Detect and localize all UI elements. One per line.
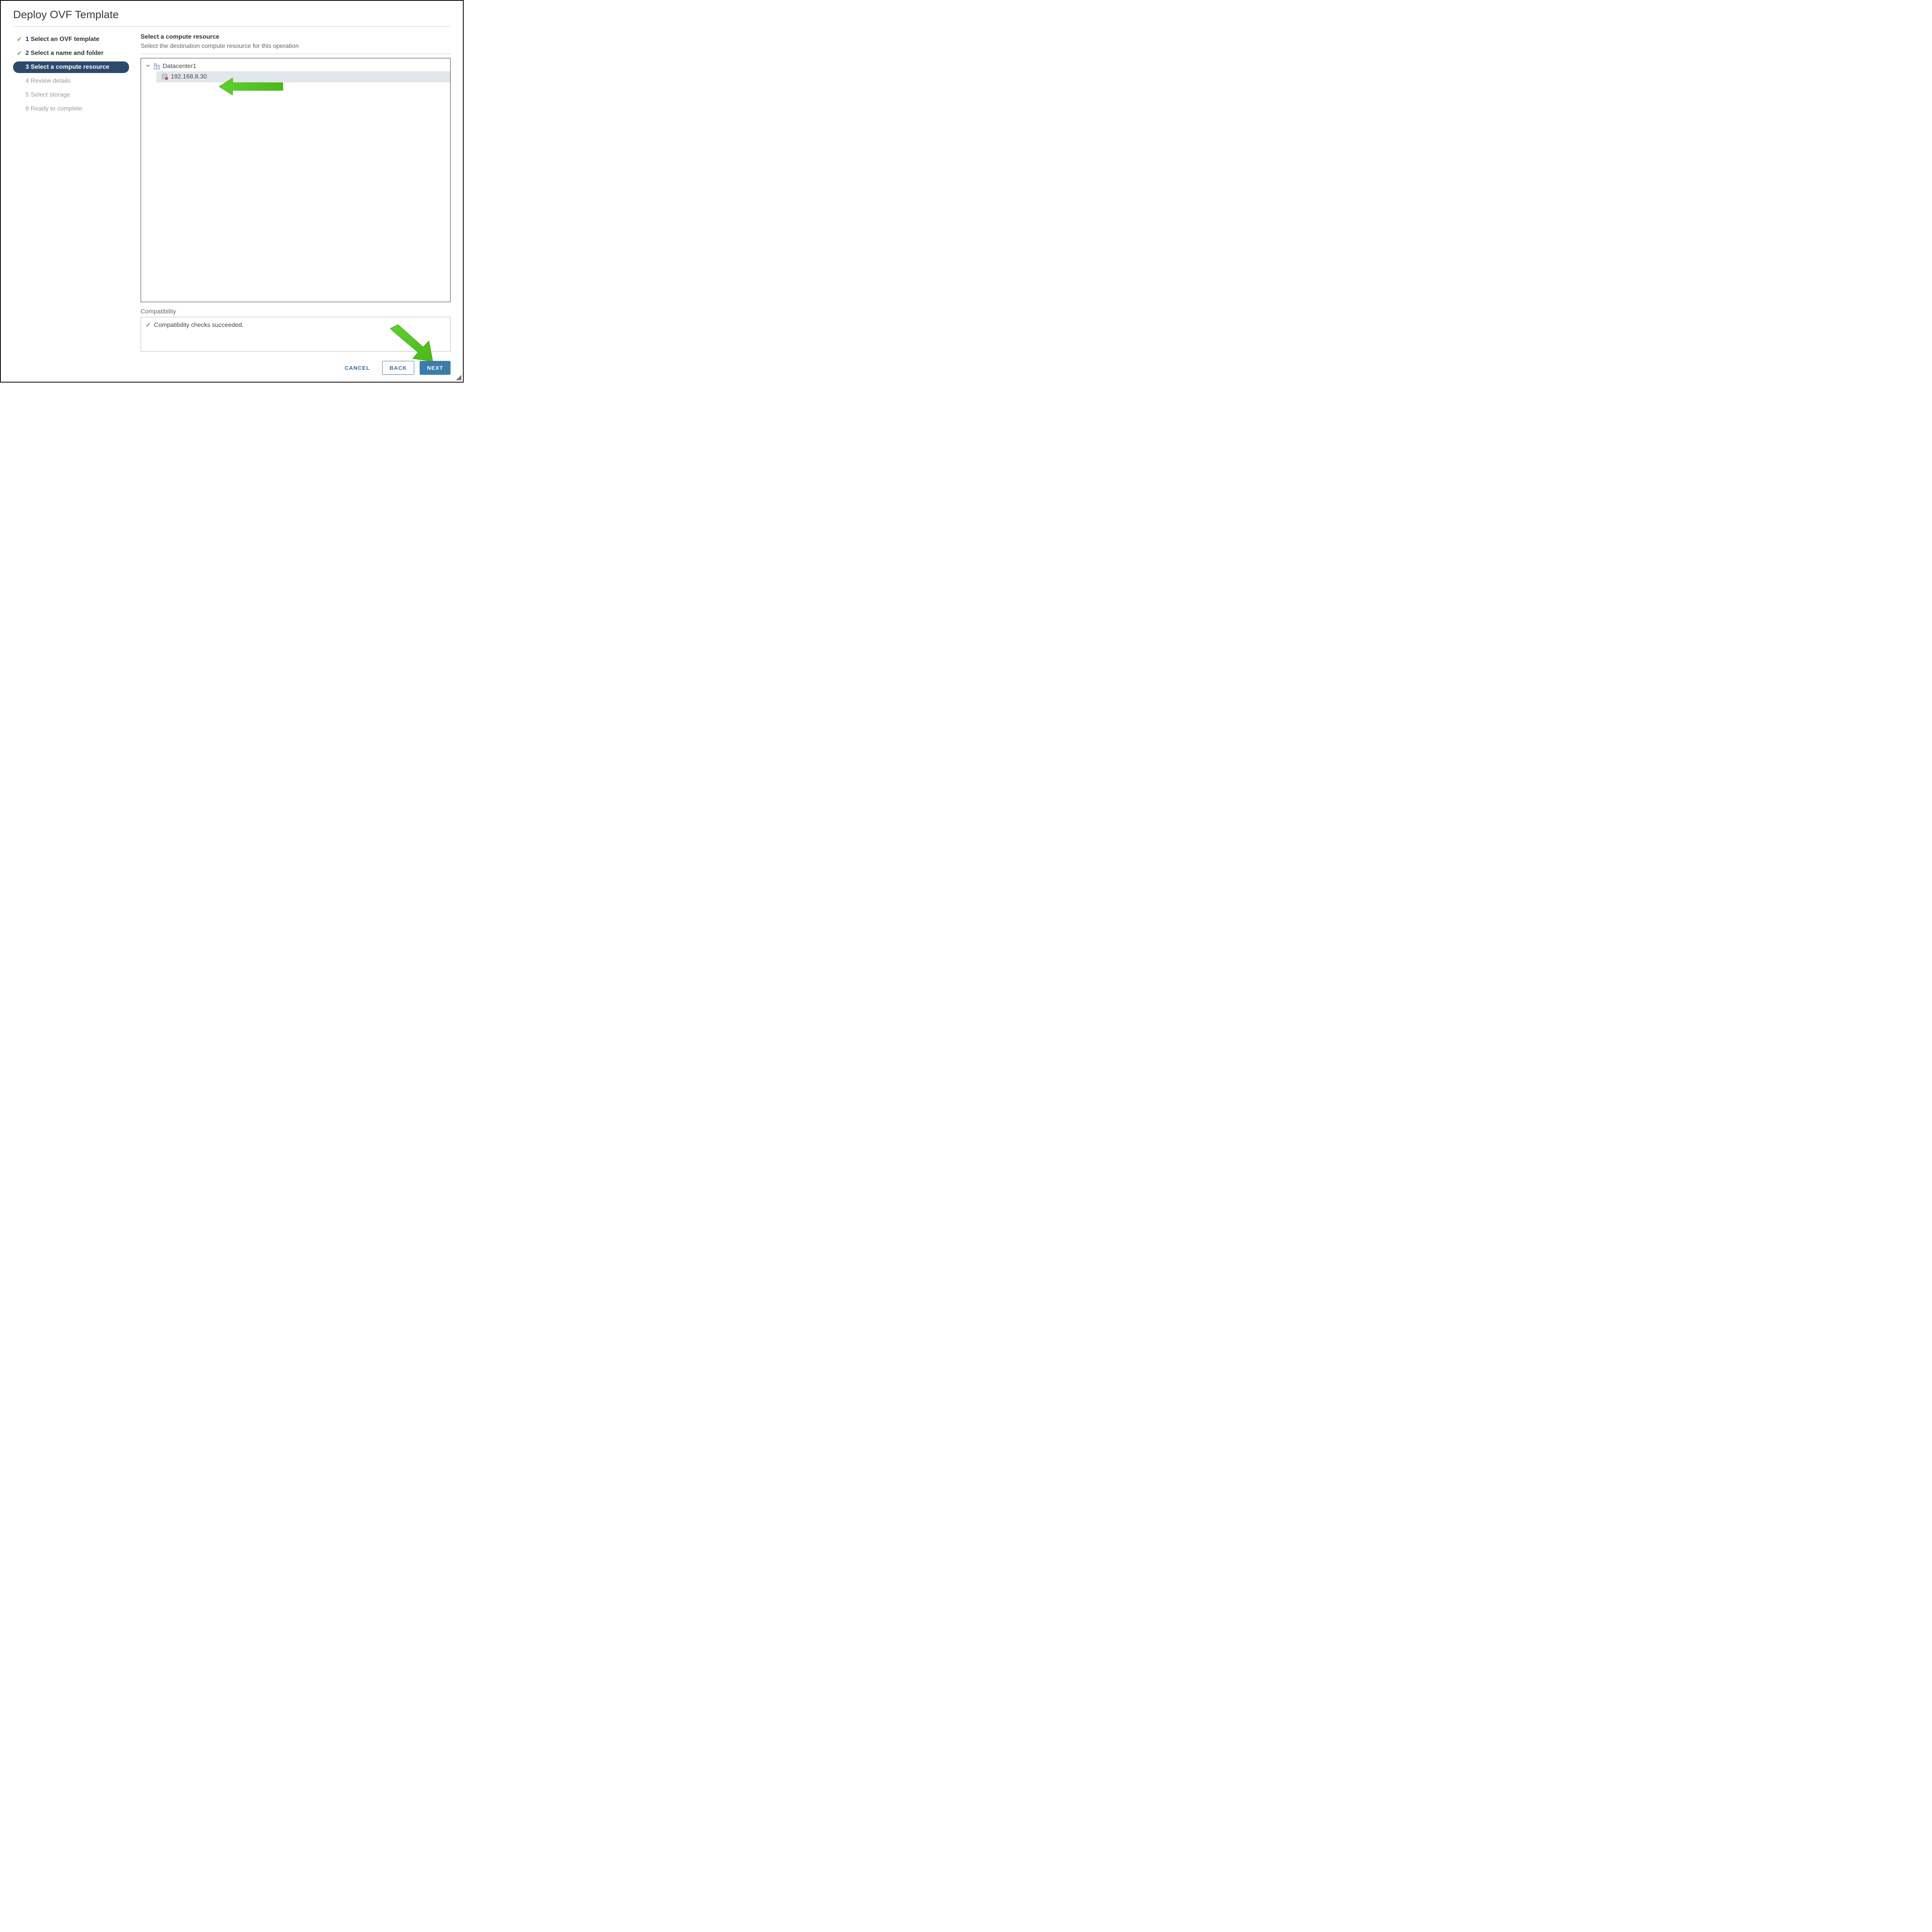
svg-text:!: !	[166, 78, 167, 80]
compatibility-message: Compatibility checks succeeded.	[154, 322, 243, 328]
chevron-down-icon[interactable]	[146, 63, 151, 70]
checkmark-icon: ✓	[16, 36, 22, 43]
compatibility-label: Compatibility	[141, 308, 451, 315]
deploy-ovf-dialog: Deploy OVF Template ✓ 1 Select an OVF te…	[0, 0, 464, 383]
section-subtitle: Select the destination compute resource …	[141, 43, 451, 54]
dialog-footer: CANCEL BACK NEXT	[141, 352, 451, 375]
tree-row-host[interactable]: ! 192.168.8.30	[156, 71, 450, 82]
tree-row-datacenter[interactable]: Datacenter1	[141, 61, 450, 71]
cancel-button[interactable]: CANCEL	[338, 361, 377, 374]
compute-resource-tree[interactable]: Datacenter1 ! 192.168.8.30	[141, 58, 451, 302]
wizard-steps: ✓ 1 Select an OVF template ✓ 2 Select a …	[13, 34, 129, 375]
resize-handle-icon[interactable]	[456, 375, 461, 380]
next-button[interactable]: NEXT	[420, 361, 451, 375]
step-label: 3 Select a compute resource	[26, 64, 109, 71]
dialog-body: ✓ 1 Select an OVF template ✓ 2 Select a …	[13, 27, 451, 375]
step-5: ✓ 5 Select storage	[13, 89, 129, 101]
step-4: ✓ 4 Review details	[13, 75, 129, 87]
main-panel: Select a compute resource Select the des…	[141, 34, 451, 375]
step-label: 2 Select a name and folder	[26, 50, 104, 57]
step-label: 5 Select storage	[26, 92, 70, 99]
step-2[interactable]: ✓ 2 Select a name and folder	[13, 48, 129, 59]
compatibility-box: ✓Compatibility checks succeeded.	[141, 317, 451, 352]
checkmark-icon: ✓	[146, 322, 151, 328]
step-label: 1 Select an OVF template	[26, 36, 99, 43]
datacenter-icon	[153, 63, 160, 70]
back-button[interactable]: BACK	[382, 361, 414, 375]
host-icon: !	[162, 73, 168, 80]
tree-label: 192.168.8.30	[171, 73, 207, 80]
tree-label: Datacenter1	[163, 63, 196, 70]
step-1[interactable]: ✓ 1 Select an OVF template	[13, 34, 129, 45]
dialog-title: Deploy OVF Template	[13, 9, 451, 27]
step-6: ✓ 6 Ready to complete	[13, 103, 129, 115]
section-title: Select a compute resource	[141, 34, 451, 41]
step-label: 6 Ready to complete	[26, 105, 82, 112]
step-label: 4 Review details	[26, 78, 71, 85]
checkmark-icon: ✓	[16, 49, 22, 57]
step-3[interactable]: ✓ 3 Select a compute resource	[13, 61, 129, 73]
